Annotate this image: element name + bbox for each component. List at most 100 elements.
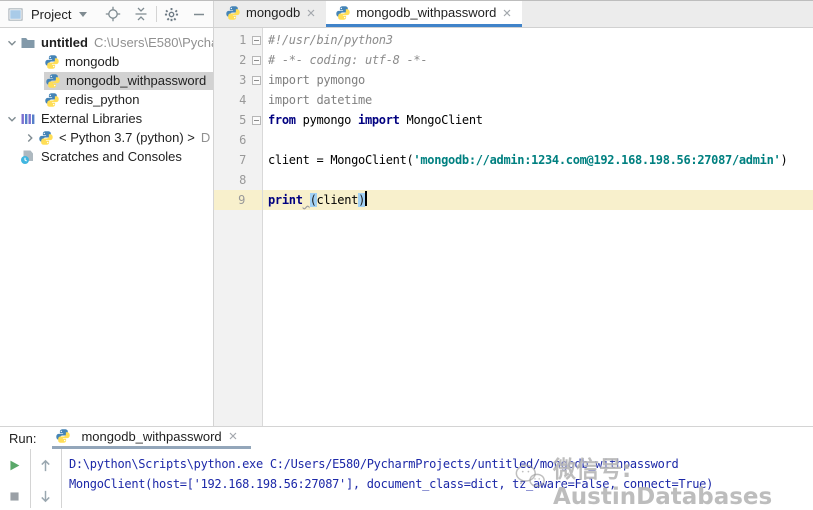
tree-item-path: C:\Users\E580\Pycha <box>94 35 214 50</box>
gutter-cell: 3 <box>214 70 263 90</box>
chevron-down-icon[interactable] <box>4 112 20 126</box>
minimize-icon[interactable] <box>191 5 207 23</box>
gutter-cell: 7 <box>214 150 263 170</box>
console-line-1: D:\python\Scripts\python.exe C:/Users/E5… <box>69 454 813 474</box>
tree-item-mongodb-withpassword[interactable]: mongodb_withpassword <box>0 71 213 90</box>
code-text: import pymongo <box>263 70 365 90</box>
code-line-3[interactable]: 3 import pymongo <box>214 70 813 90</box>
code-editor[interactable]: 1#!/usr/bin/python32 # -*- coding: utf-8 … <box>214 28 813 426</box>
code-line-2[interactable]: 2 # -*- coding: utf-8 -*- <box>214 50 813 70</box>
tree-item-label: < Python 3.7 (python) > <box>59 130 195 145</box>
text-caret <box>365 191 367 206</box>
code-text: import datetime <box>263 90 372 110</box>
run-toolbar <box>0 449 62 508</box>
editor-tab-mongodb[interactable]: mongodb <box>216 1 326 27</box>
line-number: 7 <box>214 150 249 170</box>
tree-item-path: D <box>201 130 210 145</box>
gutter-cell: 9 <box>214 190 263 210</box>
down-arrow-icon[interactable] <box>38 488 54 504</box>
run-tab-label: mongodb_withpassword <box>81 429 221 444</box>
tree-item-label: External Libraries <box>41 111 142 126</box>
top-bar: Project mongodb mongodb_withpassword <box>0 1 813 28</box>
python-icon <box>44 54 60 70</box>
run-panel: Run: mongodb_withpassword D:\python\Scri… <box>0 426 813 508</box>
dropdown-arrow-icon <box>79 12 87 17</box>
line-number: 4 <box>214 90 249 110</box>
scratches-icon <box>20 149 36 165</box>
tree-selection: mongodb_withpassword <box>44 72 214 90</box>
tree-item-label: untitled <box>41 35 88 50</box>
run-console[interactable]: D:\python\Scripts\python.exe C:/Users/E5… <box>62 449 813 508</box>
project-tree: untitled C:\Users\E580\Pycha mongodb mongod… <box>0 28 214 426</box>
code-line-1[interactable]: 1#!/usr/bin/python3 <box>214 30 813 50</box>
line-number: 5 <box>214 110 249 130</box>
project-toolbar: Project <box>0 1 214 27</box>
target-icon[interactable] <box>105 5 121 23</box>
line-number: 9 <box>214 190 248 210</box>
run-icon[interactable] <box>7 457 23 473</box>
gutter-cell: 4 <box>214 90 263 110</box>
fold-box-icon[interactable] <box>252 36 261 45</box>
editor-tab-label: mongodb <box>246 5 300 20</box>
line-number: 2 <box>214 50 249 70</box>
close-icon[interactable] <box>501 7 513 19</box>
tree-item-external-libraries[interactable]: External Libraries <box>0 109 213 128</box>
run-panel-header: Run: mongodb_withpassword <box>0 427 813 449</box>
code-text <box>263 130 268 150</box>
project-toolbar-title: Project <box>31 7 71 22</box>
fold-box-icon[interactable] <box>252 116 261 125</box>
code-text: from pymongo import MongoClient <box>263 110 483 130</box>
code-text <box>263 170 268 190</box>
tree-item-redis-python[interactable]: redis_python <box>0 90 213 109</box>
python-icon <box>44 92 60 108</box>
run-panel-body: D:\python\Scripts\python.exe C:/Users/E5… <box>0 449 813 508</box>
gear-icon[interactable] <box>164 5 180 23</box>
up-arrow-icon[interactable] <box>38 457 54 473</box>
line-number: 8 <box>214 170 249 190</box>
gutter-cell: 2 <box>214 50 263 70</box>
tree-item-untitled[interactable]: untitled C:\Users\E580\Pycha <box>0 33 213 52</box>
project-view-icon <box>6 5 24 23</box>
chevron-right-icon[interactable] <box>22 131 38 145</box>
editor-tab-mongodb_withpassword[interactable]: mongodb_withpassword <box>326 1 522 27</box>
close-icon[interactable] <box>227 430 239 442</box>
main-area: untitled C:\Users\E580\Pycha mongodb mongod… <box>0 28 813 426</box>
project-view-selector[interactable]: Project <box>6 5 87 23</box>
tree-item-label: Scratches and Consoles <box>41 149 182 164</box>
fold-marker[interactable] <box>249 116 263 125</box>
tree-item--python-3-7-python-[interactable]: < Python 3.7 (python) > D <box>0 128 213 147</box>
python-icon <box>45 73 61 89</box>
toolbar-separator <box>156 6 157 22</box>
code-line-9[interactable]: 9print (client) <box>214 190 813 210</box>
line-number: 3 <box>214 70 249 90</box>
code-line-7[interactable]: 7client = MongoClient('mongodb://admin:1… <box>214 150 813 170</box>
gutter-cell: 8 <box>214 170 263 190</box>
fold-box-icon[interactable] <box>252 56 261 65</box>
gutter-cell: 6 <box>214 130 263 150</box>
code-text: #!/usr/bin/python3 <box>263 30 393 50</box>
python-icon <box>225 5 241 21</box>
editor-tab-bar: mongodb mongodb_withpassword <box>214 1 813 27</box>
chevron-down-icon[interactable] <box>4 36 20 50</box>
tree-item-scratches-and-consoles[interactable]: Scratches and Consoles <box>0 147 213 166</box>
tree-item-label: mongodb <box>65 54 119 69</box>
fold-box-icon[interactable] <box>252 76 261 85</box>
fold-marker[interactable] <box>249 36 263 45</box>
stop-icon[interactable] <box>7 488 23 504</box>
run-tab[interactable]: mongodb_withpassword <box>52 428 250 449</box>
tree-item-mongodb[interactable]: mongodb <box>0 52 213 71</box>
run-panel-label: Run: <box>9 431 36 446</box>
fold-marker[interactable] <box>249 76 263 85</box>
line-number: 6 <box>214 130 249 150</box>
collapse-all-icon[interactable] <box>133 5 149 23</box>
fold-marker[interactable] <box>249 56 263 65</box>
python-icon <box>335 5 351 21</box>
code-line-4[interactable]: 4 import datetime <box>214 90 813 110</box>
close-icon[interactable] <box>305 7 317 19</box>
tree-item-label: redis_python <box>65 92 139 107</box>
code-line-8[interactable]: 8 <box>214 170 813 190</box>
code-text: # -*- coding: utf-8 -*- <box>263 50 427 70</box>
code-line-6[interactable]: 6 <box>214 130 813 150</box>
python-icon <box>38 130 54 146</box>
code-line-5[interactable]: 5 from pymongo import MongoClient <box>214 110 813 130</box>
